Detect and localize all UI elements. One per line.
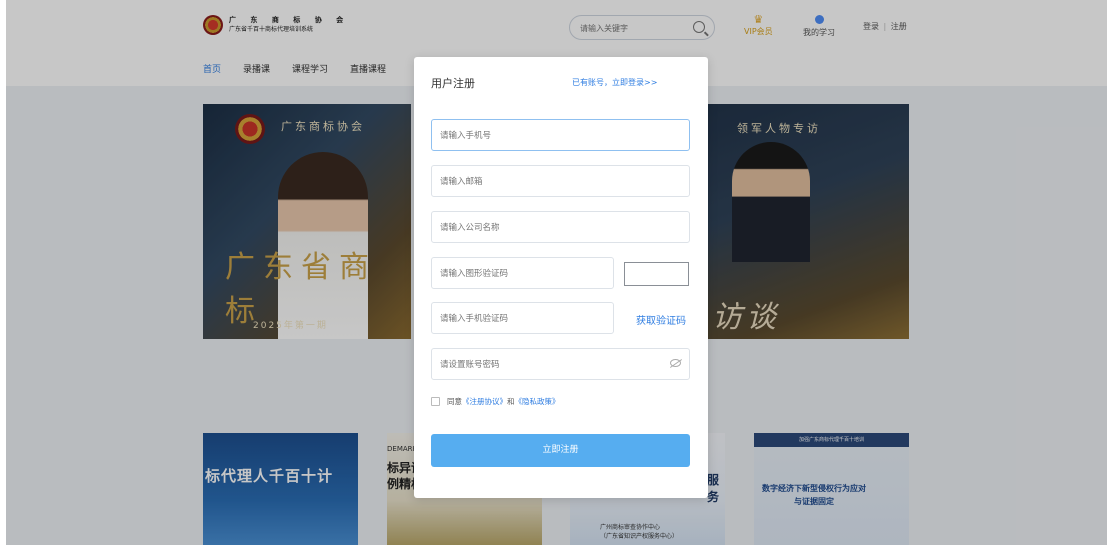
- sms-code-field: [431, 302, 614, 334]
- agree-prefix: 同意: [447, 397, 462, 406]
- email-input[interactable]: [440, 175, 659, 189]
- existing-account-login-link[interactable]: 已有账号，立即登录>>: [572, 77, 657, 88]
- register-dialog: 用户注册 已有账号，立即登录>> 获取验证码 同意 《注册协议》 和 《隐私政策…: [414, 57, 708, 498]
- agree-and: 和: [507, 397, 515, 406]
- password-field: [431, 348, 690, 380]
- captcha-image[interactable]: [624, 262, 689, 286]
- privacy-policy-link[interactable]: 《隐私政策》: [515, 396, 560, 407]
- company-input[interactable]: [440, 221, 659, 235]
- get-code-button[interactable]: 获取验证码: [636, 312, 686, 327]
- phone-input[interactable]: [440, 129, 659, 143]
- agreement-row: 同意 《注册协议》 和 《隐私政策》: [431, 396, 560, 407]
- agree-checkbox[interactable]: [431, 397, 440, 406]
- register-submit-button[interactable]: 立即注册: [431, 434, 690, 467]
- registration-agreement-link[interactable]: 《注册协议》: [462, 396, 507, 407]
- captcha-field: [431, 257, 614, 289]
- company-field: [431, 211, 690, 243]
- password-input[interactable]: [440, 358, 659, 372]
- email-field: [431, 165, 690, 197]
- phone-field: [431, 119, 690, 151]
- window-edge: [0, 0, 6, 545]
- dialog-title: 用户注册: [431, 77, 475, 90]
- sms-code-input[interactable]: [440, 312, 594, 326]
- eye-off-icon[interactable]: [670, 359, 681, 367]
- captcha-input[interactable]: [440, 267, 594, 281]
